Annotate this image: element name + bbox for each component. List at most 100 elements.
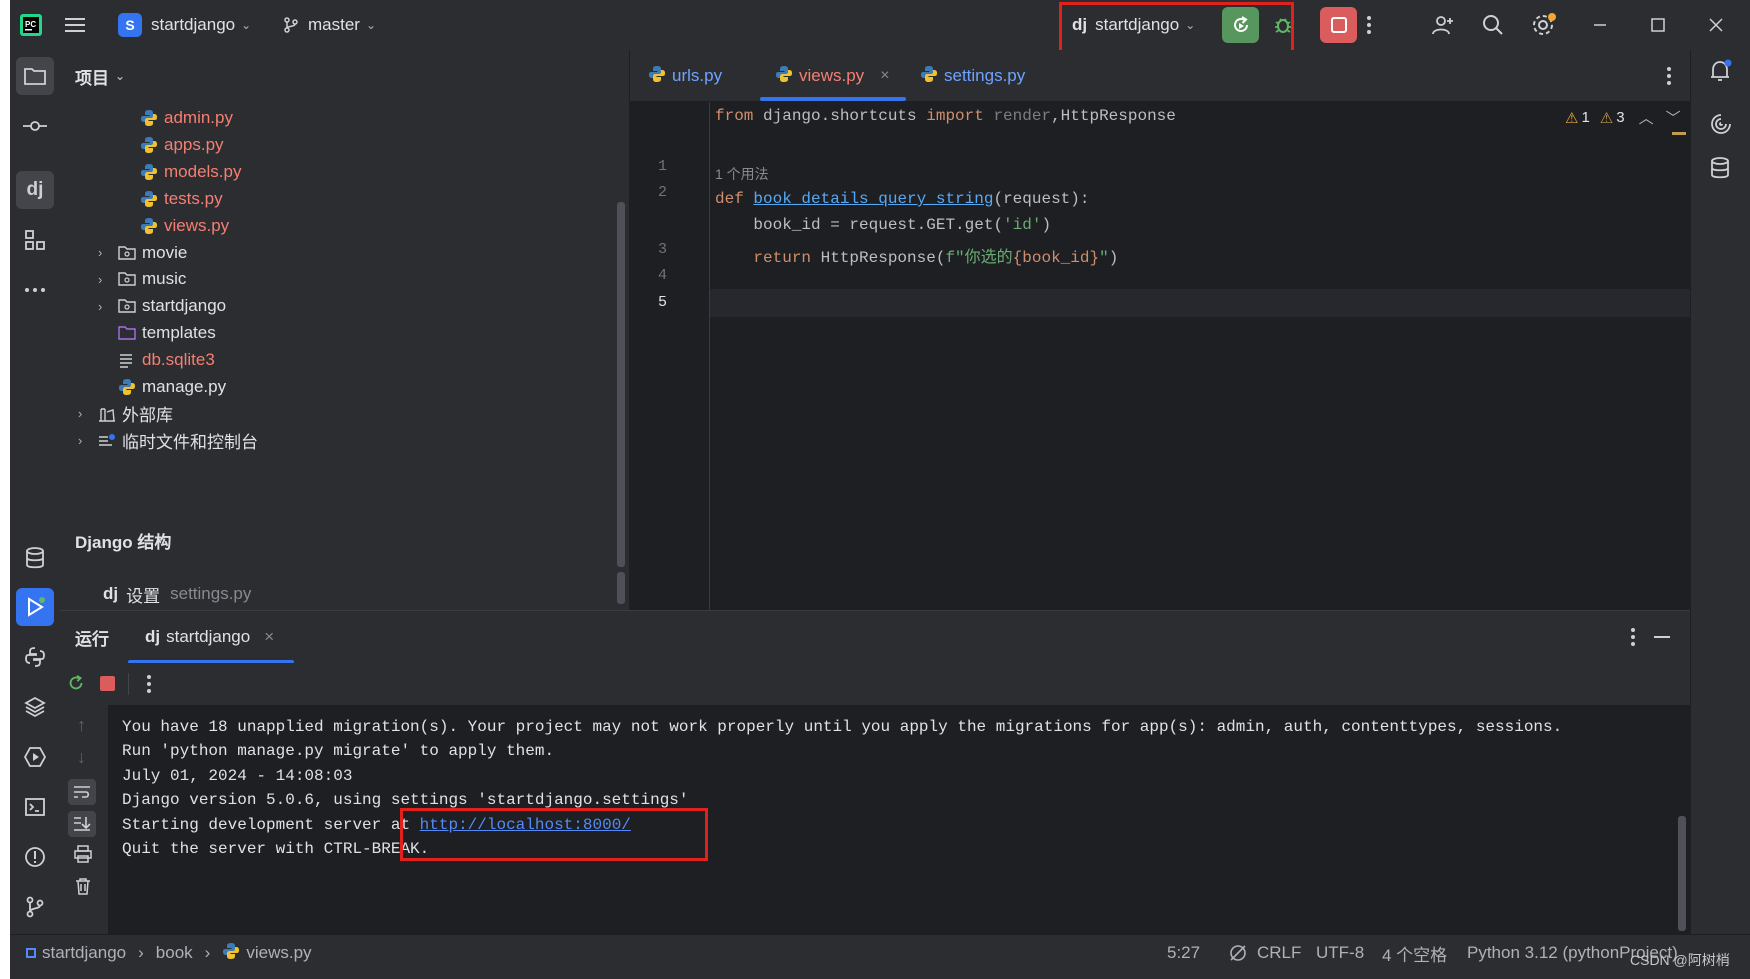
error-stripe-mark[interactable]: [1672, 132, 1686, 135]
database-tool-icon[interactable]: [16, 539, 54, 577]
file-encoding[interactable]: UTF-8: [1316, 935, 1364, 971]
tree-item[interactable]: models.py: [140, 157, 241, 187]
chevron-right-icon[interactable]: ›: [98, 272, 102, 287]
run-tab-startdjango[interactable]: dj startdjango ×: [145, 611, 274, 663]
terminal-tool-icon[interactable]: [16, 788, 54, 826]
tab-views-py[interactable]: views.py ×: [775, 50, 890, 102]
python-packages-tool-icon[interactable]: [16, 688, 54, 726]
project-panel-header[interactable]: 项目 ⌄: [75, 50, 125, 102]
more-actions-icon[interactable]: [1366, 0, 1386, 50]
next-highlight-icon[interactable]: ﹀: [1666, 107, 1681, 128]
indent-setting[interactable]: 4 个空格: [1382, 935, 1447, 971]
main-menu-icon[interactable]: [65, 0, 95, 50]
more-tools-icon[interactable]: [16, 271, 54, 309]
commit-tool-icon[interactable]: [16, 107, 54, 145]
line-number: 4: [658, 267, 668, 284]
code-line-5[interactable]: return HttpResponse(f"你选的{book_id}"): [715, 243, 1118, 267]
chevron-right-icon[interactable]: ›: [78, 433, 82, 448]
rerun-icon[interactable]: [66, 673, 86, 698]
branch-name: master: [308, 15, 360, 34]
django-structure-scrollbar[interactable]: [617, 572, 625, 604]
tree-item[interactable]: › music: [98, 264, 186, 294]
python-console-tool-icon[interactable]: [16, 638, 54, 676]
notifications-icon[interactable]: [1708, 58, 1734, 89]
tab-settings-py[interactable]: settings.py: [920, 50, 1025, 102]
caret-position[interactable]: 5:27: [1167, 935, 1200, 971]
scroll-up-icon[interactable]: ↑: [77, 715, 86, 736]
chevron-right-icon[interactable]: ›: [78, 406, 82, 421]
more-actions-icon[interactable]: [146, 674, 152, 699]
code-line-3[interactable]: def book_details_query_string(request):: [715, 190, 1089, 208]
inspection-widget[interactable]: ⚠ 1 ⚠ 3 ︿ ﹀: [1565, 107, 1681, 128]
django-setting-row[interactable]: dj 设置 settings.py: [103, 577, 251, 611]
breadcrumb-item[interactable]: startdjango: [42, 943, 126, 963]
stop-icon: [1330, 17, 1347, 33]
close-icon[interactable]: [1709, 0, 1739, 50]
maximize-icon[interactable]: [1651, 0, 1681, 50]
console-scrollbar[interactable]: [1678, 816, 1686, 931]
stop-icon[interactable]: [100, 676, 115, 691]
tree-item[interactable]: apps.py: [140, 130, 224, 160]
tree-item[interactable]: views.py: [140, 211, 229, 241]
branch-switcher[interactable]: master ⌄: [282, 0, 376, 50]
right-tool-strip: [1690, 50, 1750, 934]
project-tool-icon[interactable]: [16, 57, 54, 95]
tree-item[interactable]: manage.py: [118, 372, 226, 402]
database-icon[interactable]: [1709, 156, 1731, 185]
tab-urls-py[interactable]: urls.py: [648, 50, 722, 102]
breadcrumb-item[interactable]: book: [156, 943, 193, 963]
usage-hint[interactable]: 1 个用法: [715, 164, 769, 184]
project-tree-scrollbar[interactable]: [617, 202, 625, 567]
chevron-right-icon[interactable]: ›: [98, 245, 102, 260]
tab-options-icon[interactable]: [1666, 66, 1672, 91]
git-tool-icon[interactable]: [16, 888, 54, 926]
run-tool-icon[interactable]: [16, 588, 54, 626]
structure-tool-icon[interactable]: [16, 221, 54, 259]
python-file-icon: [648, 65, 672, 88]
soft-wrap-icon[interactable]: [68, 779, 96, 805]
tree-item[interactable]: db.sqlite3: [118, 345, 215, 375]
close-tab-icon[interactable]: ×: [880, 67, 889, 85]
trash-icon[interactable]: [74, 877, 92, 900]
tree-item[interactable]: templates: [118, 318, 216, 348]
close-tab-icon[interactable]: ×: [264, 627, 274, 647]
tree-item[interactable]: › movie: [98, 238, 187, 268]
module-icon: [26, 948, 36, 958]
line-ending[interactable]: CRLF: [1257, 935, 1301, 971]
debug-button[interactable]: [1272, 0, 1308, 50]
tree-item[interactable]: › startdjango: [98, 291, 226, 321]
tree-item[interactable]: › 外部库: [78, 399, 173, 429]
search-icon[interactable]: [1481, 0, 1511, 50]
hide-panel-icon[interactable]: [1654, 636, 1670, 638]
print-icon[interactable]: [74, 845, 92, 868]
tree-item[interactable]: › 临时文件和控制台: [78, 426, 258, 456]
tree-item[interactable]: tests.py: [140, 184, 223, 214]
rerun-button[interactable]: [1222, 7, 1259, 43]
chevron-right-icon[interactable]: ›: [98, 299, 102, 314]
code-line-4[interactable]: book_id = request.GET.get('id'): [715, 216, 1051, 234]
run-config-selector[interactable]: dj startdjango ⌄: [1072, 0, 1195, 50]
add-user-icon[interactable]: [1431, 0, 1461, 50]
tree-item[interactable]: admin.py: [140, 103, 233, 133]
settings-gear-icon[interactable]: [1531, 0, 1561, 50]
scroll-to-end-icon[interactable]: [68, 811, 96, 837]
breadcrumb: startdjango › book › views.py: [26, 935, 312, 971]
project-switcher[interactable]: S startdjango ⌄: [118, 0, 251, 50]
ai-assistant-icon[interactable]: [1709, 112, 1733, 141]
services-tool-icon[interactable]: [16, 738, 54, 776]
problems-tool-icon[interactable]: [16, 838, 54, 876]
no-inspections-icon[interactable]: [1228, 935, 1248, 971]
minimize-icon[interactable]: [1593, 0, 1623, 50]
python-file-icon: [920, 65, 944, 88]
scroll-down-icon[interactable]: ↓: [77, 747, 86, 768]
console-line: Quit the server with CTRL-BREAK.: [122, 840, 430, 858]
breadcrumb-item[interactable]: views.py: [246, 943, 311, 963]
prev-highlight-icon[interactable]: ︿: [1639, 107, 1654, 128]
run-options-icon[interactable]: [1630, 627, 1636, 652]
django-setting-value: settings.py: [170, 584, 252, 603]
stop-button[interactable]: [1320, 7, 1357, 43]
package-folder-icon: [118, 245, 136, 260]
code-line-1[interactable]: from django.shortcuts import render,Http…: [715, 107, 1176, 125]
django-structure-tool-icon[interactable]: dj: [16, 171, 54, 209]
warning-count: 1: [1581, 109, 1590, 126]
